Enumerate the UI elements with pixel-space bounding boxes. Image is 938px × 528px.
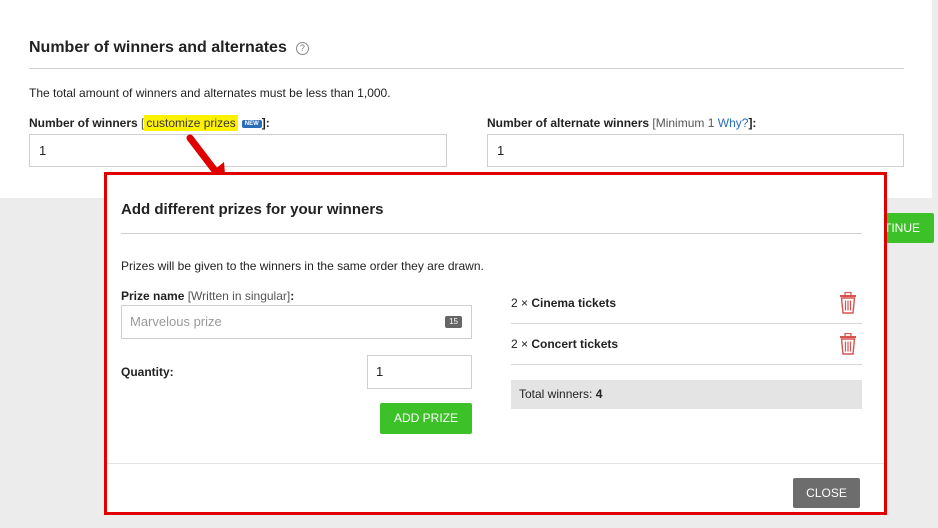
prize-list: 2 × Cinema tickets 2 × Concert tickets T… (511, 283, 862, 409)
trash-icon[interactable] (838, 292, 858, 314)
bracket-close: ]: (261, 116, 270, 130)
total-label: Total winners: (519, 387, 593, 401)
new-badge: NEW (241, 119, 262, 128)
section-title-text: Number of winners and alternates (29, 39, 287, 56)
alternates-label: Number of alternate winners [Minimum 1 W… (487, 116, 756, 130)
list-item: 2 × Concert tickets (511, 324, 862, 365)
prize-quantity: 2 × (511, 296, 529, 310)
why-link[interactable]: Why? (718, 116, 749, 130)
char-count-badge: 15 (445, 316, 462, 328)
modal-footer-divider (107, 463, 884, 464)
modal-divider (121, 233, 862, 234)
prize-name-label: Prize name [Written in singular]: (121, 289, 294, 303)
winners-label: Number of winners [customize prizes NEW]: (29, 115, 270, 131)
prize-name-input[interactable]: Marvelous prize 15 (121, 305, 472, 339)
alternates-hint-close: ]: (748, 116, 757, 130)
total-winners: Total winners: 4 (511, 380, 862, 409)
section-description: The total amount of winners and alternat… (29, 86, 391, 100)
close-button[interactable]: CLOSE (793, 478, 860, 508)
add-prizes-modal: Add different prizes for your winners Pr… (104, 172, 887, 515)
quantity-label: Quantity: (121, 365, 174, 379)
winners-section-card: Number of winners and alternates ? The t… (0, 0, 932, 198)
prize-name-label-text: Prize name (121, 289, 185, 303)
total-value: 4 (595, 387, 603, 401)
section-title: Number of winners and alternates ? (29, 39, 309, 57)
help-icon[interactable]: ? (295, 41, 309, 55)
prize-name-hint: [Written in singular] (187, 289, 291, 303)
list-item: 2 × Cinema tickets (511, 283, 862, 324)
trash-icon[interactable] (838, 333, 858, 355)
prize-name-placeholder: Marvelous prize (130, 314, 222, 329)
winners-label-text: Number of winners (29, 116, 138, 130)
alternates-hint: [Minimum 1 (652, 116, 715, 130)
alternates-label-text: Number of alternate winners (487, 116, 650, 130)
prize-name: Concert tickets (531, 337, 619, 351)
alternates-input[interactable]: 1 (487, 134, 904, 167)
prize-name-colon: : (290, 289, 295, 303)
section-divider (29, 68, 904, 69)
quantity-input[interactable]: 1 (367, 355, 472, 389)
customize-prizes-link[interactable]: customize prizes (144, 115, 238, 131)
prize-name: Cinema tickets (531, 296, 617, 310)
modal-description: Prizes will be given to the winners in t… (121, 259, 484, 273)
modal-title: Add different prizes for your winners (121, 201, 384, 218)
add-prize-button[interactable]: ADD PRIZE (380, 403, 472, 434)
prize-quantity: 2 × (511, 337, 529, 351)
